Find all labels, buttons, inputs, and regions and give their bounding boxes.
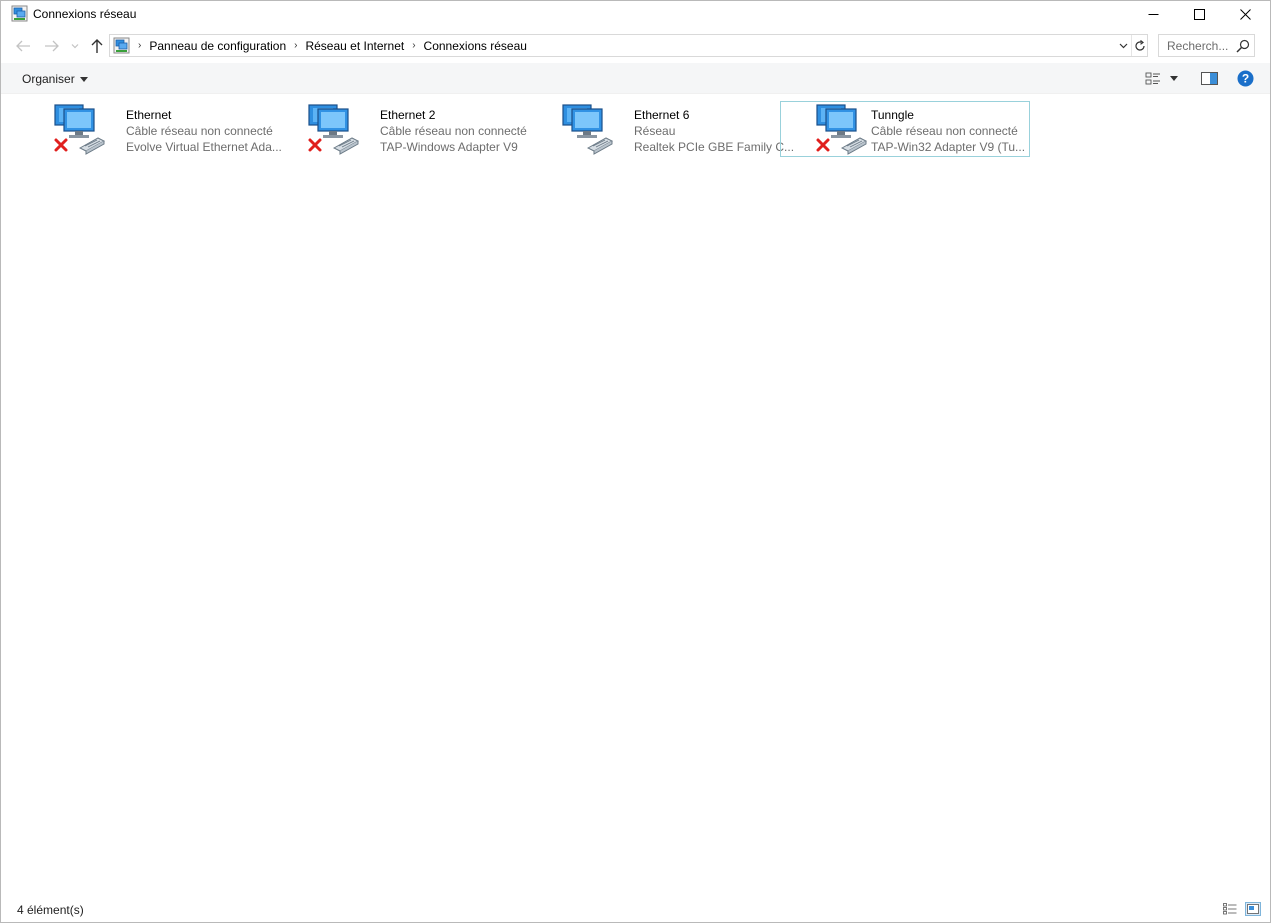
caret-down-icon (79, 76, 88, 82)
close-button[interactable] (1222, 1, 1268, 27)
connection-device: TAP-Windows Adapter V9 (380, 140, 518, 154)
arrow-right-icon (45, 40, 59, 52)
address-bar[interactable]: › Panneau de configuration › Réseau et I… (109, 34, 1148, 57)
up-button[interactable] (88, 37, 106, 55)
network-adapter-icon (54, 104, 106, 155)
breadcrumb-item-network-internet[interactable]: Réseau et Internet (305, 39, 404, 53)
connection-status: Câble réseau non connecté (380, 124, 527, 138)
status-bar: 4 élément(s) (1, 898, 1270, 922)
breadcrumb-item-network-connections[interactable]: Connexions réseau (424, 39, 527, 53)
connection-device: Evolve Virtual Ethernet Ada... (126, 140, 282, 154)
connection-tile-ethernet-2[interactable]: Ethernet 2 Câble réseau non connecté TAP… (305, 101, 555, 157)
connection-device: TAP-Win32 Adapter V9 (Tu... (871, 140, 1026, 154)
organise-button[interactable]: Organiser (22, 72, 88, 86)
connection-name: Ethernet (126, 108, 172, 122)
tiles-view-icon (1247, 904, 1259, 914)
explorer-window: Connexions réseau › Panneau de configura… (0, 0, 1271, 923)
preview-pane-icon (1200, 72, 1218, 85)
network-adapter-icon (816, 104, 868, 155)
svg-text:?: ? (1241, 72, 1248, 86)
view-list-icon (1145, 72, 1160, 84)
search-input[interactable]: Recherch... (1158, 34, 1255, 57)
connection-tile-tunngle[interactable]: Tunngle Câble réseau non connecté TAP-Wi… (780, 101, 1030, 157)
change-view-button[interactable] (1145, 70, 1161, 87)
breadcrumb-item-control-panel[interactable]: Panneau de configuration (149, 39, 286, 53)
caret-down-icon (1170, 76, 1178, 81)
ethernet-cable-icon (586, 137, 614, 155)
help-icon: ? (1237, 70, 1253, 87)
refresh-icon (1135, 39, 1145, 51)
maximize-button[interactable] (1176, 1, 1222, 27)
minimize-button[interactable] (1130, 1, 1176, 27)
arrow-left-icon (16, 40, 30, 52)
ethernet-cable-icon (332, 137, 360, 155)
item-count: 4 élément(s) (17, 903, 84, 917)
chevron-down-icon (1119, 43, 1128, 48)
connection-tile-ethernet[interactable]: Ethernet Câble réseau non connecté Evolv… (51, 101, 301, 157)
arrow-up-icon (91, 39, 103, 53)
connection-name: Ethernet 2 (380, 108, 436, 122)
organise-label: Organiser (22, 72, 75, 86)
chevron-down-icon (71, 44, 79, 49)
connection-details: Ethernet Câble réseau non connecté Evolv… (126, 107, 282, 155)
recent-locations-button[interactable] (69, 37, 81, 55)
connection-device: Realtek PCIe GBE Family C... (634, 140, 795, 154)
navigation-bar: › Panneau de configuration › Réseau et I… (1, 31, 1270, 61)
connection-status: Réseau (634, 124, 676, 138)
disconnected-x-icon (816, 138, 830, 152)
network-adapter-icon (562, 104, 614, 155)
connection-details: Tunngle Câble réseau non connecté TAP-Wi… (871, 107, 1025, 155)
chevron-right-icon[interactable]: › (138, 40, 141, 51)
maximize-icon (1193, 8, 1205, 20)
window-title: Connexions réseau (33, 7, 137, 21)
disconnected-x-icon (308, 138, 322, 152)
chevron-right-icon[interactable]: › (412, 40, 415, 51)
search-icon (1236, 39, 1250, 53)
disconnected-x-icon (54, 138, 68, 152)
search-placeholder: Recherch... (1167, 39, 1229, 53)
control-panel-icon (113, 37, 130, 54)
title-bar[interactable]: Connexions réseau (1, 1, 1270, 27)
connection-tile-ethernet-6[interactable]: Ethernet 6 Réseau Realtek PCIe GBE Famil… (559, 101, 809, 157)
help-button[interactable]: ? (1236, 70, 1254, 87)
network-adapter-icon (308, 104, 360, 155)
back-button[interactable] (14, 37, 32, 55)
ethernet-cable-icon (78, 137, 106, 155)
ethernet-cable-icon (840, 137, 868, 155)
minimize-icon (1148, 13, 1158, 15)
details-view-button[interactable] (1222, 902, 1238, 916)
network-connections-icon (11, 5, 28, 22)
forward-button[interactable] (43, 37, 61, 55)
connection-status: Câble réseau non connecté (871, 124, 1018, 138)
address-history-button[interactable] (1115, 35, 1132, 56)
chevron-right-icon[interactable]: › (294, 40, 297, 51)
connection-status: Câble réseau non connecté (126, 124, 273, 138)
command-bar: Organiser ? (1, 63, 1270, 94)
connection-details: Ethernet 2 Câble réseau non connecté TAP… (380, 107, 527, 155)
view-options-dropdown[interactable] (1169, 70, 1179, 87)
connection-name: Ethernet 6 (634, 108, 690, 122)
connection-name: Tunngle (871, 108, 914, 122)
large-icons-view-button[interactable] (1245, 902, 1261, 916)
close-icon (1239, 8, 1251, 20)
connections-list[interactable]: Ethernet Câble réseau non connecté Evolv… (1, 95, 1270, 897)
breadcrumb: › Panneau de configuration › Réseau et I… (134, 35, 527, 56)
details-view-icon (1223, 903, 1237, 915)
preview-pane-button[interactable] (1200, 70, 1218, 87)
connection-details: Ethernet 6 Réseau Realtek PCIe GBE Famil… (634, 107, 794, 155)
refresh-button[interactable] (1131, 35, 1148, 56)
